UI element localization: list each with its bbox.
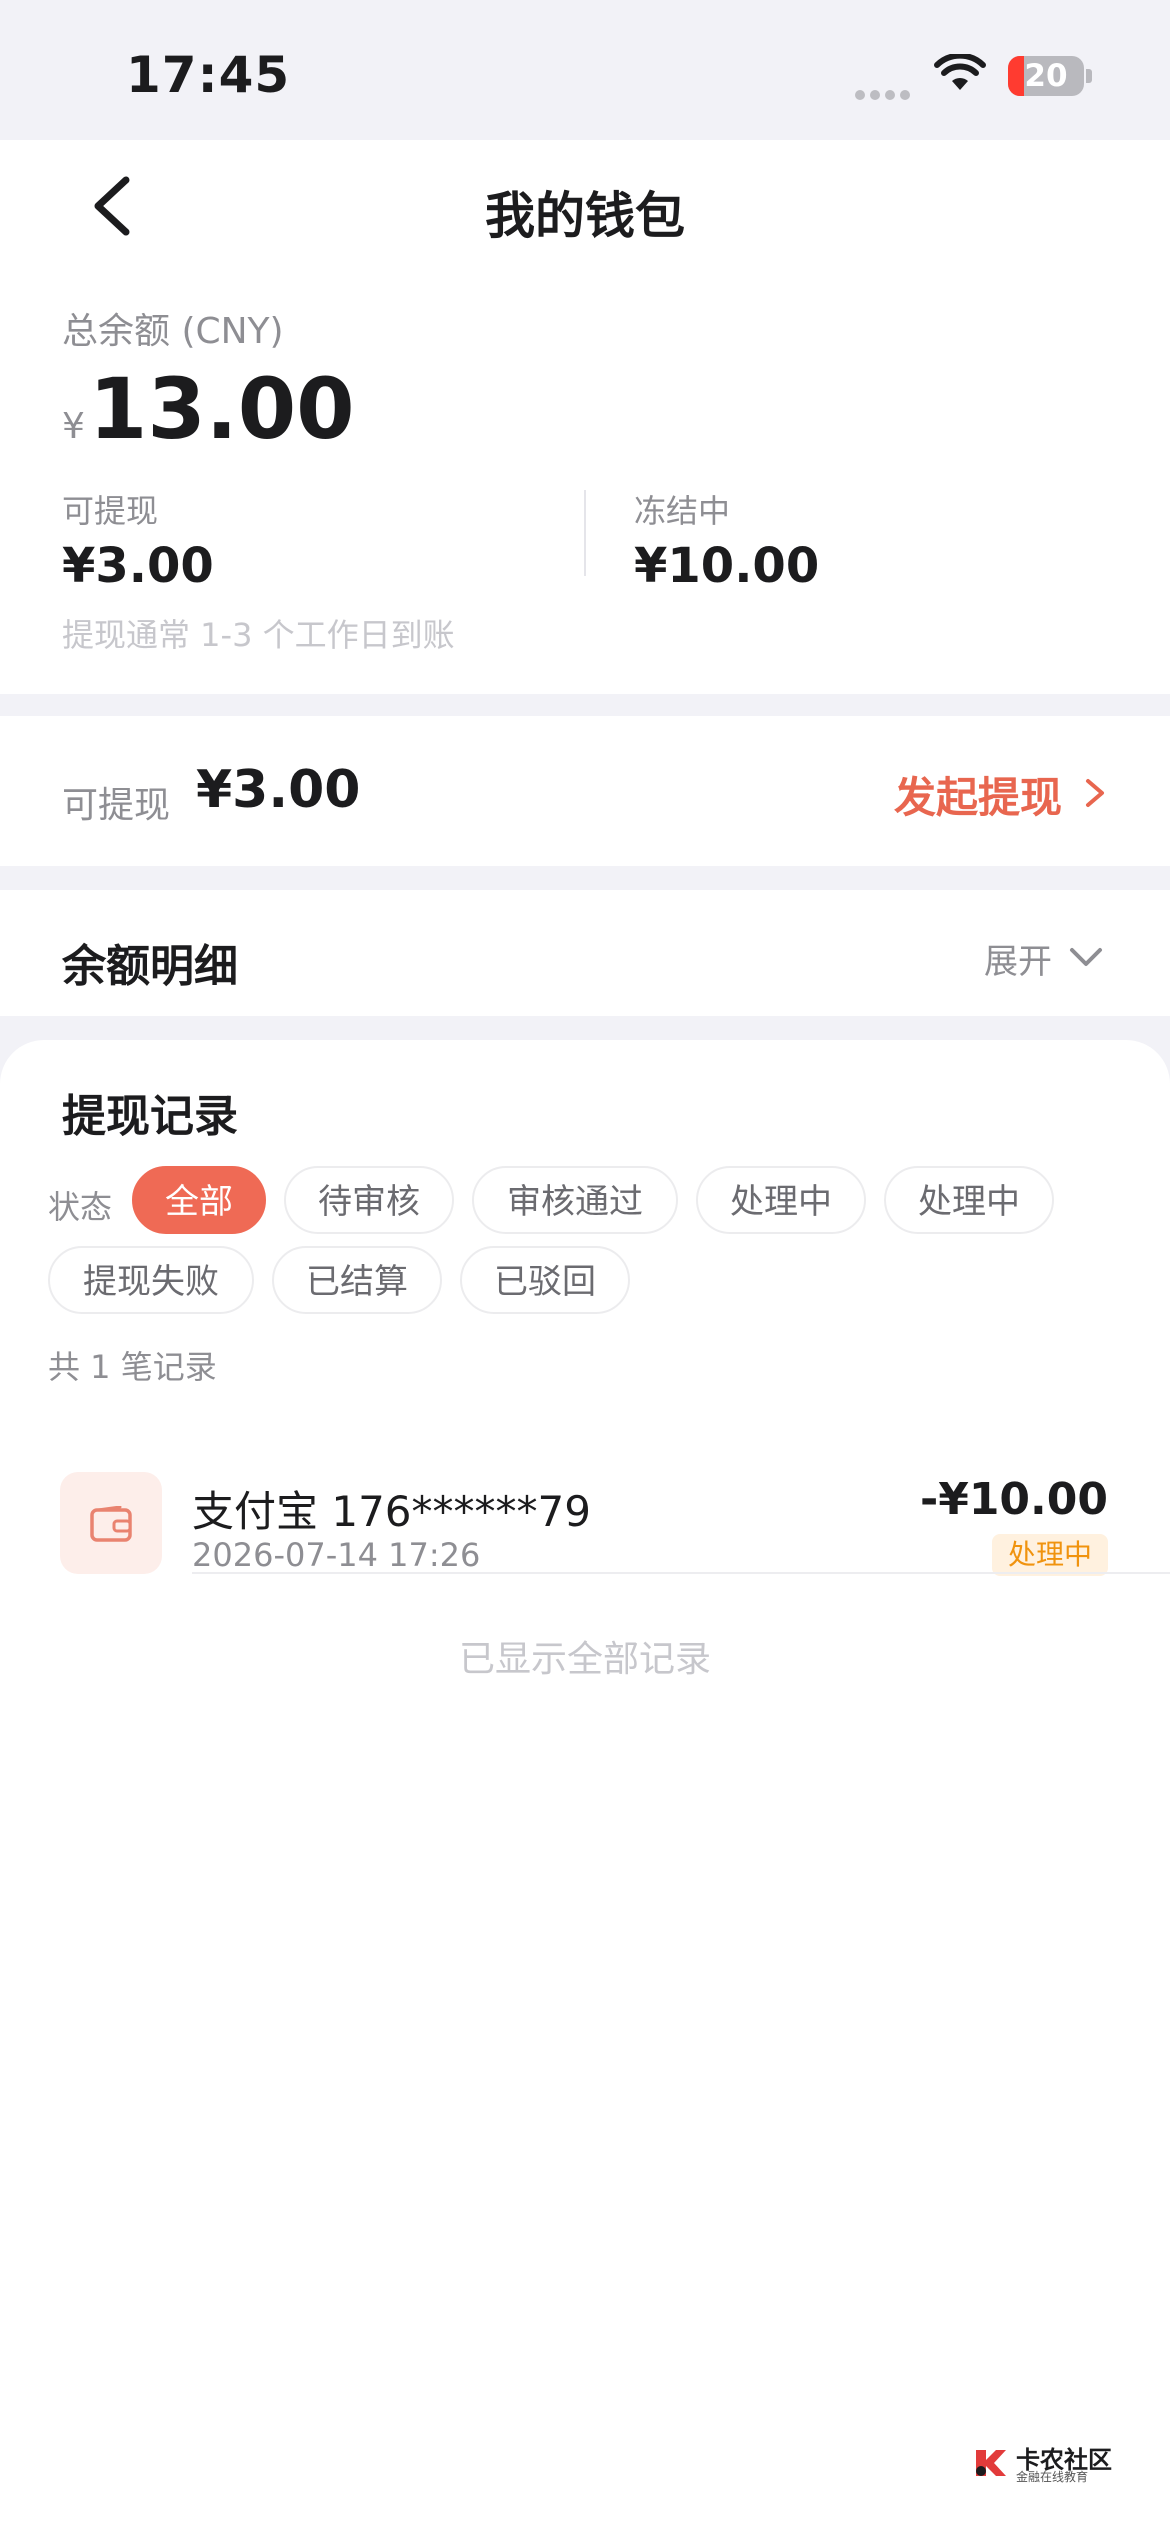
withdraw-available-label: 可提现 — [62, 785, 171, 826]
kanong-logo-icon — [976, 2450, 1006, 2476]
frozen-block: 冻结中 ¥10.00 — [634, 486, 819, 594]
battery-level: 20 — [1024, 58, 1068, 94]
divider — [584, 490, 586, 576]
withdraw-records-panel: 提现记录 状态 全部 待审核 审核通过 处理中 处理中 提现失败 已结算 已驳回… — [0, 1040, 1170, 2532]
watermark-logo: 卡农社区 金融在线教育 — [972, 2440, 1112, 2490]
row-divider — [192, 1572, 1170, 1574]
battery-icon: 20 — [1008, 56, 1084, 96]
record-time: 2026-07-14 17:26 — [192, 1536, 481, 1574]
filter-chip-all[interactable]: 全部 — [132, 1166, 266, 1234]
filter-chip-failed[interactable]: 提现失败 — [48, 1246, 254, 1314]
status-filter-label: 状态 — [48, 1188, 113, 1226]
filter-chip-processing-2[interactable]: 处理中 — [884, 1166, 1054, 1234]
withdraw-hint: 提现通常 1-3 个工作日到账 — [62, 616, 455, 654]
signal-dots-icon — [855, 85, 915, 100]
watermark-subtitle: 金融在线教育 — [1016, 2470, 1089, 2484]
battery-tip — [1086, 69, 1092, 83]
start-withdraw-button[interactable]: 发起提现 — [894, 764, 1062, 825]
withdraw-available-amount: ¥3.00 — [196, 760, 361, 820]
withdraw-row: 可提现 ¥3.00 发起提现 — [0, 716, 1170, 866]
filter-chip-approved[interactable]: 审核通过 — [472, 1166, 678, 1234]
balance-details-row[interactable]: 余额明细 展开 — [0, 890, 1170, 1016]
filter-chip-settled[interactable]: 已结算 — [272, 1246, 442, 1314]
chevron-right-icon[interactable] — [1082, 778, 1108, 808]
balance-card: 总余额 (CNY) ¥13.00 可提现 ¥3.00 冻结中 ¥10.00 提现… — [0, 270, 1170, 694]
currency-symbol: ¥ — [62, 406, 85, 447]
available-block: 可提现 ¥3.00 — [62, 486, 214, 594]
end-of-list-text: 已显示全部记录 — [458, 1639, 711, 1680]
status-badge: 处理中 — [991, 1534, 1108, 1576]
total-balance-amount: 13.00 — [88, 360, 355, 458]
wifi-icon — [934, 54, 986, 90]
chevron-down-icon[interactable] — [1068, 946, 1104, 968]
balance-details-title: 余额明细 — [62, 941, 238, 992]
status-time: 17:45 — [126, 46, 291, 104]
total-balance-label: 总余额 (CNY) — [62, 311, 284, 352]
wallet-icon — [60, 1472, 162, 1574]
list-item[interactable]: 支付宝 176******79 2026-07-14 17:26 -¥10.00… — [0, 1406, 1170, 1576]
record-account: 支付宝 176******79 — [192, 1487, 591, 1536]
frozen-label: 冻结中 — [634, 492, 731, 530]
records-title: 提现记录 — [62, 1091, 238, 1142]
filter-chip-processing[interactable]: 处理中 — [696, 1166, 866, 1234]
section-gap — [0, 694, 1170, 716]
available-label: 可提现 — [62, 492, 159, 530]
nav-bar: 我的钱包 — [0, 140, 1170, 270]
page-title: 我的钱包 — [485, 187, 685, 245]
available-value: ¥3.00 — [62, 538, 214, 594]
expand-toggle[interactable]: 展开 — [984, 934, 1052, 983]
record-count: 共 1 笔记录 — [48, 1348, 217, 1386]
section-gap — [0, 866, 1170, 890]
status-bar: 17:45 20 — [0, 0, 1170, 140]
filter-chip-pending[interactable]: 待审核 — [284, 1166, 454, 1234]
record-amount: -¥10.00 — [919, 1474, 1108, 1525]
frozen-value: ¥10.00 — [634, 538, 820, 594]
filter-chip-rejected[interactable]: 已驳回 — [460, 1246, 630, 1314]
total-balance: ¥13.00 — [62, 360, 355, 458]
